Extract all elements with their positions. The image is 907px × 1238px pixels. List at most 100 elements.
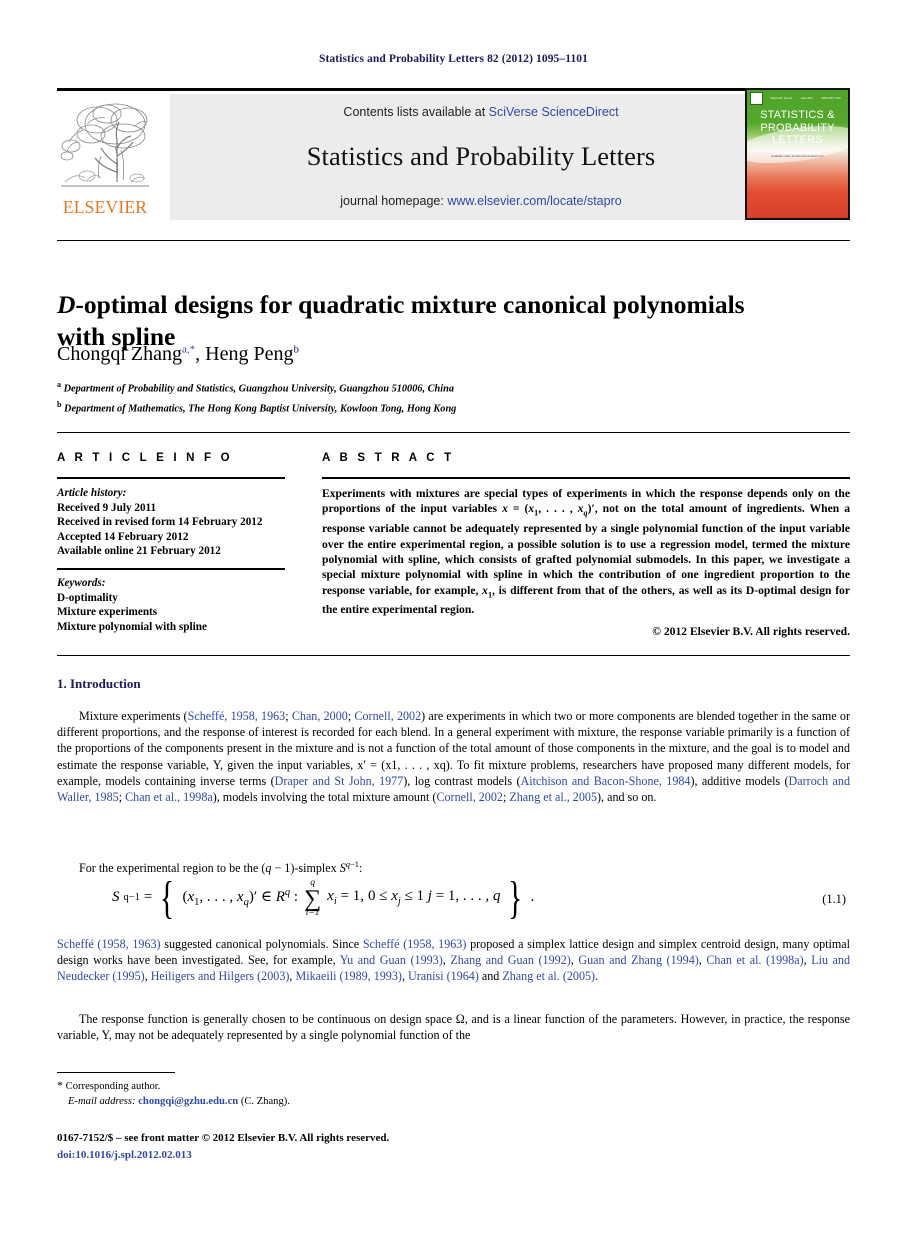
title-italic-d: D [57, 290, 76, 320]
author-2-affiliation-marks[interactable]: b [293, 343, 299, 355]
title-separator-rule [57, 240, 850, 241]
email-suffix: (C. Zhang). [238, 1096, 290, 1107]
sigma-lower-limit: i=1 [305, 907, 320, 918]
p1-text-e: ), log contrast models ( [403, 773, 521, 788]
cover-date: June 2012 [800, 97, 813, 100]
citation-chan-etal-1998a-b[interactable]: Chan et al. (1998a) [706, 953, 803, 967]
equation-1-1: Sq−1 = { (x1, . . . , xq)′ ∈ Rq : q ∑ i=… [57, 872, 850, 928]
history-item-received: Received 9 July 2011 [57, 501, 157, 514]
affiliation-a-text: Department of Probability and Statistics… [63, 383, 454, 395]
email-note: E-mail address: chongqi@gzhu.edu.cn (C. … [57, 1094, 557, 1109]
abstract-text: Experiments with mixtures are special ty… [322, 487, 851, 617]
citation-chan-2000[interactable]: Chan, 2000 [292, 709, 348, 723]
p1-text-h: ), models involving the total mixture am… [212, 790, 437, 805]
article-info-heading: A R T I C L E I N F O [57, 452, 233, 464]
p3-text-a: suggested canonical polynomials. Since [160, 937, 363, 951]
equation-trailing-period: . [530, 889, 535, 905]
equation-equals: = [143, 889, 153, 905]
abstract-math-x-vector: x [502, 502, 508, 516]
citation-yu-guan-1993[interactable]: Yu and Guan (1993) [340, 953, 443, 967]
article-page: Statistics and Probability Letters 82 (2… [0, 0, 907, 1238]
journal-homepage-line: journal homepage: www.elsevier.com/locat… [340, 194, 621, 208]
journal-homepage-link[interactable]: www.elsevier.com/locate/stapro [447, 194, 621, 208]
email-link[interactable]: chongqi@gzhu.edu.cn [138, 1096, 238, 1107]
citation-scheffe-1958-1963[interactable]: Scheffé, 1958, 1963 [188, 709, 286, 723]
abstract-heading: A B S T R A C T [322, 452, 455, 464]
keywords-label: Keywords: [57, 577, 106, 589]
doi-link[interactable]: doi:10.1016/j.spl.2012.02.013 [57, 1149, 192, 1161]
equation-sum-body: xi = 1, [327, 888, 364, 907]
abstract-bottom-rule [57, 655, 850, 656]
paragraph-4: The response function is generally chose… [57, 1012, 850, 1043]
p1-text-f: ), additive models ( [690, 773, 789, 788]
journal-band: Contents lists available at SciVerse Sci… [170, 94, 792, 220]
cover-title-line3: LETTERS [772, 134, 823, 146]
history-item-accepted: Accepted 14 February 2012 [57, 530, 189, 543]
abstract-copyright: © 2012 Elsevier B.V. All rights reserved… [652, 625, 850, 638]
elsevier-wordmark: ELSEVIER [62, 197, 148, 217]
citation-cornell-2002-b[interactable]: Cornell, 2002 [436, 790, 503, 804]
footnote-block: * Corresponding author. E-mail address: … [57, 1078, 557, 1109]
footnote-rule [57, 1072, 175, 1074]
sigma-glyph-icon: ∑ [304, 885, 322, 912]
citation-aitchison-baconshone-1984[interactable]: Aitchison and Bacon-Shone, 1984 [521, 774, 691, 788]
cover-artwork: Volume 82, Issue 6 June 2012 ISSN 0167-7… [747, 90, 848, 218]
section-title: Introduction [70, 676, 141, 691]
cover-title-line1: STATISTICS & [760, 109, 835, 121]
citation-draper-stjohn-1977[interactable]: Draper and St John, 1977 [275, 774, 404, 788]
citation-guan-zhang-1994[interactable]: Guan and Zhang (1994) [578, 953, 698, 967]
info-abstract-top-rule [57, 432, 850, 433]
citation-zhang-etal-2005-b[interactable]: Zhang et al. (2005) [502, 969, 595, 983]
equation-close-brace: } [508, 871, 523, 923]
section-number: 1. [57, 676, 67, 691]
homepage-prefix: journal homepage: [340, 194, 448, 208]
p3-text-k: . [595, 969, 599, 984]
equation-set-builder: (x1, . . . , xq)′ ∈ Rq : [182, 887, 299, 908]
affiliation-b-mark: b [57, 399, 62, 409]
paragraph-3: Scheffé (1958, 1963) suggested canonical… [57, 936, 850, 985]
contents-available-line: Contents lists available at SciVerse Sci… [343, 105, 618, 119]
abstract-rule [322, 477, 850, 479]
citation-zhang-etal-2005[interactable]: Zhang et al., 2005 [509, 790, 597, 804]
sciencedirect-link[interactable]: SciVerse ScienceDirect [489, 105, 619, 119]
citation-cornell-2002[interactable]: Cornell, 2002 [354, 709, 421, 723]
cover-title: STATISTICS & PROBABILITY LETTERS [747, 109, 848, 147]
citation-heiligers-hilgers-2003[interactable]: Heiligers and Hilgers (2003) [151, 969, 290, 983]
citation-chan-etal-1998a[interactable]: Chan et al., 1998a [125, 790, 213, 804]
affiliation-a-mark: a [57, 380, 61, 389]
elsevier-logo: ELSEVIER [57, 94, 153, 220]
keyword-item: Mixture experiments [57, 606, 158, 619]
affiliation-b-text: Department of Mathematics, The Hong Kong… [64, 403, 457, 415]
corresponding-author-text: Corresponding author. [65, 1081, 161, 1092]
section-heading-introduction: 1. Introduction [57, 676, 141, 692]
cover-issue-details: Volume 82, Issue 6 June 2012 ISSN 0167-7… [766, 97, 845, 100]
author-1-affiliation-marks[interactable]: a,* [182, 343, 195, 355]
contents-prefix: Contents lists available at [343, 105, 489, 119]
equation-expression: Sq−1 = { (x1, . . . , xq)′ ∈ Rq : q ∑ i=… [112, 871, 535, 923]
author-1-name: Chongqi Zhang [57, 343, 182, 365]
citation-scheffe-1958-1963-c[interactable]: Scheffé (1958, 1963) [363, 937, 467, 951]
cover-issn: ISSN 0167-7152 [821, 97, 841, 100]
cover-title-line2: PROBABILITY [760, 121, 835, 134]
citation-uranisi-1964[interactable]: Uranisi (1964) [408, 969, 479, 983]
summation-operator: q ∑ i=1 [304, 878, 322, 918]
author-separator: , [195, 343, 206, 365]
title-line1-rest: -optimal designs for quadratic mixture c… [75, 290, 745, 320]
equation-open-brace: { [160, 871, 175, 923]
cover-elsevier-mark-icon [750, 92, 763, 105]
email-label: E-mail address: [68, 1096, 136, 1107]
history-item-online: Available online 21 February 2012 [57, 545, 221, 558]
p1-text-j: ), and so on. [597, 790, 657, 805]
citation-mikaeili-1989-1993[interactable]: Mikaeili (1989, 1993) [295, 969, 401, 983]
journal-title: Statistics and Probability Letters [306, 141, 656, 171]
history-item-revised: Received in revised form 14 February 201… [57, 516, 263, 529]
author-list: Chongqi Zhanga,*, Heng Pengb [57, 343, 817, 366]
article-info-rule [57, 477, 285, 479]
citation-scheffe-1958-1963-b[interactable]: Scheffé (1958, 1963) [57, 937, 161, 951]
affiliation-b: b Department of Mathematics, The Hong Ko… [57, 397, 817, 417]
keyword-item: Mixture polynomial with spline [57, 620, 207, 633]
cover-volume: Volume 82, Issue 6 [770, 97, 793, 100]
corresponding-author-note: * Corresponding author. [57, 1078, 557, 1094]
citation-zhang-guan-1992[interactable]: Zhang and Guan (1992) [450, 953, 570, 967]
paragraph-1: Mixture experiments (Scheffé, 1958, 1963… [57, 708, 850, 805]
